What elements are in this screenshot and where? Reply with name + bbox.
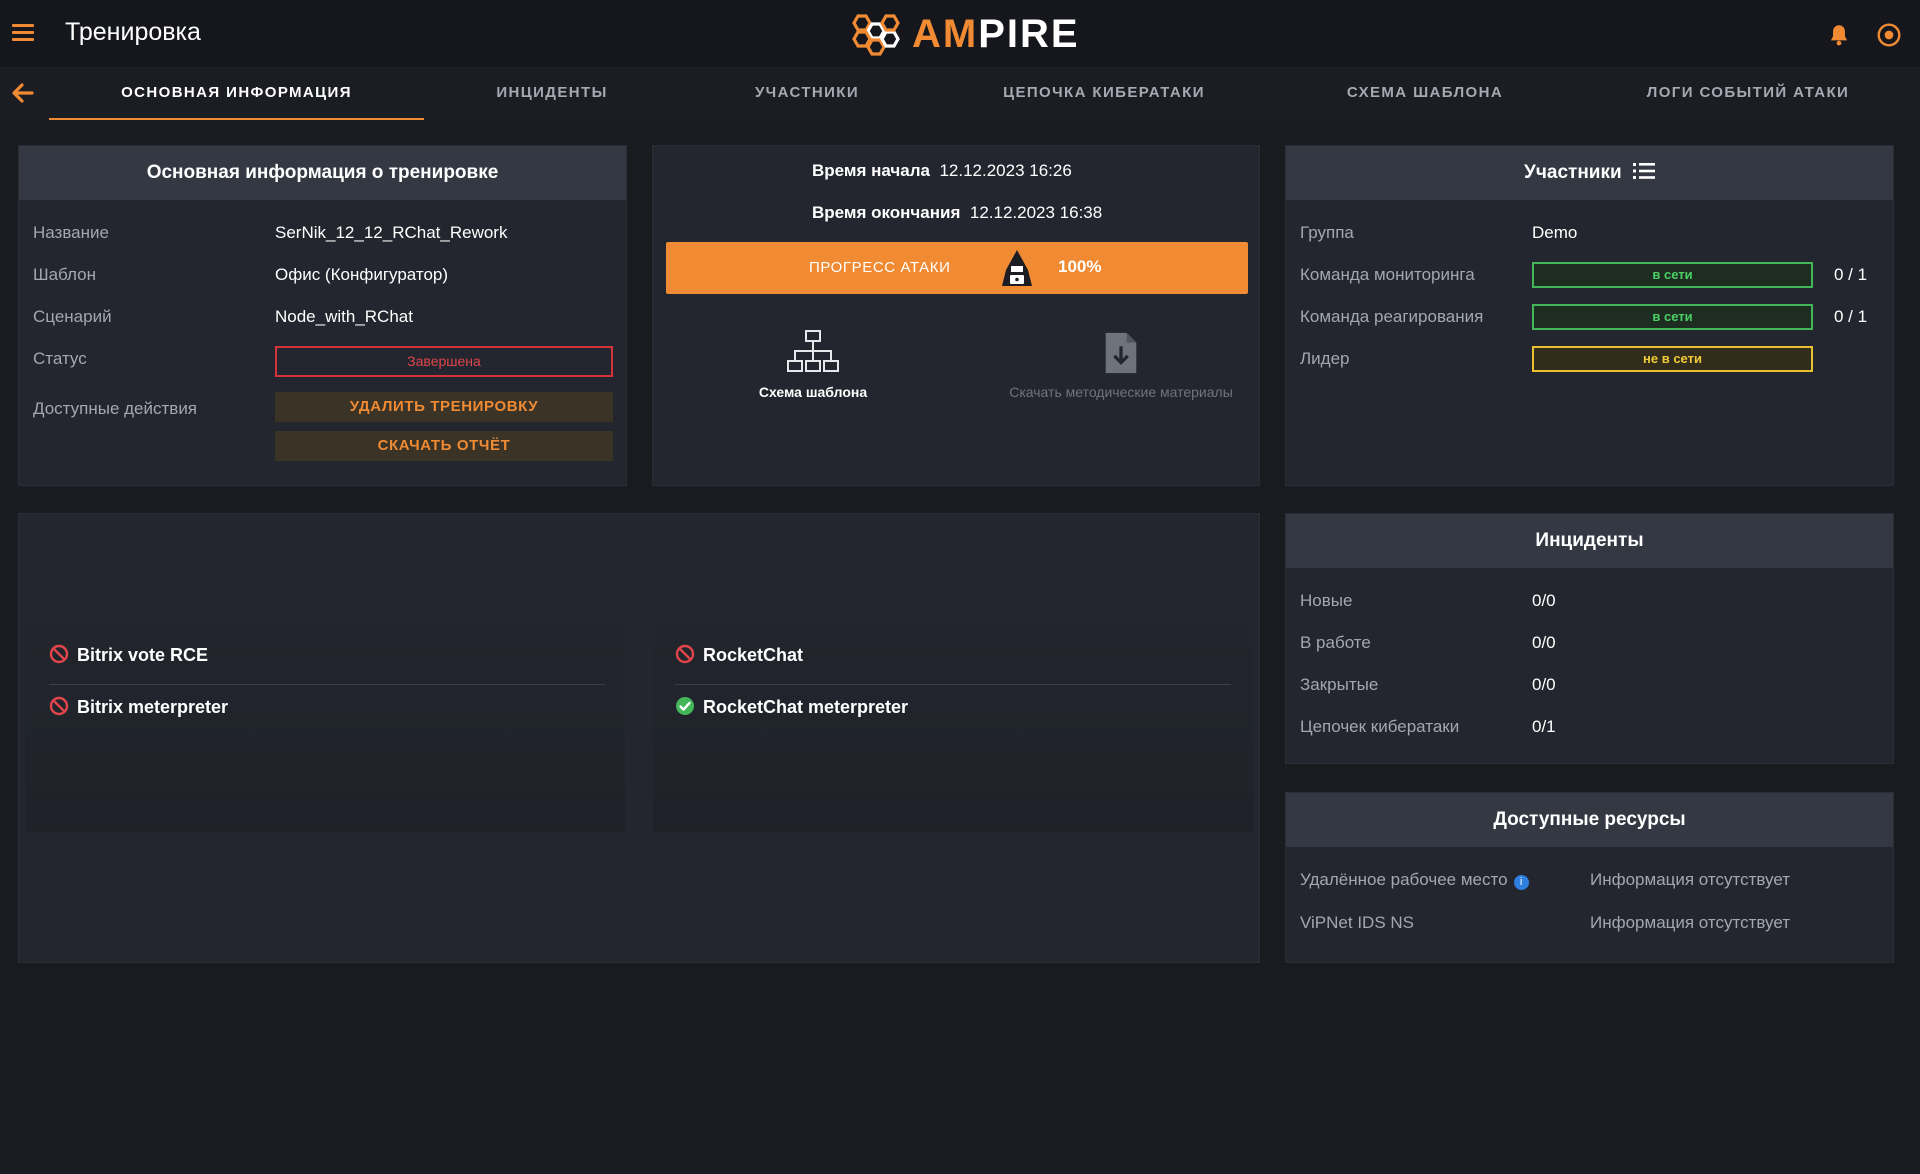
- attack-chain-column: Bitrix vote RCE Bitrix meterpreter: [25, 622, 625, 832]
- tab-main-info[interactable]: ОСНОВНАЯ ИНФОРМАЦИЯ: [49, 68, 424, 120]
- template-value: Офис (Конфигуратор): [275, 265, 449, 284]
- name-value: SerNik_12_12_RChat_Rework: [275, 223, 508, 242]
- monitoring-team-status: в сети: [1532, 262, 1813, 288]
- resources-panel: Доступные ресурсы Удалённое рабочее мест…: [1285, 792, 1894, 963]
- page-title: Тренировка: [65, 18, 201, 46]
- response-team-label: Команда реагирования: [1300, 307, 1484, 326]
- vipnet-ids-value: Информация отсутствует: [1590, 913, 1791, 932]
- tab-attack-chain[interactable]: ЦЕПОЧКА КИБЕРАТАКИ: [980, 68, 1228, 120]
- incidents-title: Инциденты: [1286, 514, 1893, 568]
- participants-panel: Участники Группа Demo Команда мониторинг…: [1285, 145, 1894, 486]
- incidents-panel: Инциденты Новые 0/0 В работе 0/0 Закрыты…: [1285, 513, 1894, 764]
- attack-chain-column: RocketChat RocketChat meterpreter: [653, 622, 1253, 832]
- template-scheme-caption: Схема шаблона: [758, 384, 868, 400]
- logo-text-am: AM: [912, 11, 979, 56]
- group-value: Demo: [1532, 223, 1578, 242]
- attack-step[interactable]: RocketChat meterpreter: [675, 696, 908, 718]
- attack-step-name: Bitrix vote RCE: [77, 645, 209, 665]
- main-info-panel: Основная информация о тренировке Названи…: [18, 145, 627, 486]
- blocked-icon: [49, 696, 69, 716]
- attack-chains-count-label: Цепочек кибератаки: [1300, 717, 1460, 736]
- logo-hexagons-icon: [852, 14, 900, 56]
- vipnet-ids-label: ViPNet IDS NS: [1300, 913, 1415, 932]
- participants-title: Участники: [1524, 162, 1622, 183]
- start-time-value: 12.12.2023 16:26: [939, 161, 1072, 180]
- scenario-label: Сценарий: [33, 307, 112, 326]
- info-icon[interactable]: i: [1513, 875, 1529, 890]
- status-label: Статус: [33, 349, 87, 368]
- attack-chain-panel: Bitrix vote RCE Bitrix meterpreter Rocke…: [18, 513, 1260, 963]
- end-time-value: 12.12.2023 16:38: [969, 203, 1103, 222]
- hacker-icon: [1002, 250, 1032, 286]
- scenario-value: Node_with_RChat: [275, 307, 413, 326]
- tab-incidents[interactable]: ИНЦИДЕНТЫ: [468, 68, 636, 120]
- delete-training-button[interactable]: УДАЛИТЬ ТРЕНИРОВКУ: [275, 392, 613, 422]
- monitoring-team-count: 0 / 1: [1834, 265, 1868, 284]
- attack-step-name: RocketChat meterpreter: [703, 697, 909, 717]
- incidents-new-label: Новые: [1300, 591, 1353, 610]
- response-team-status: в сети: [1532, 304, 1813, 330]
- incidents-in-progress-label: В работе: [1300, 633, 1371, 652]
- network-scheme-icon: [787, 330, 839, 372]
- attack-chains-count-value: 0/1: [1532, 717, 1556, 736]
- monitoring-team-label: Команда мониторинга: [1300, 265, 1475, 284]
- status-badge: Завершена: [275, 346, 613, 377]
- power-icon[interactable]: [1876, 22, 1902, 48]
- tab-template-scheme[interactable]: СХЕМА ШАБЛОНА: [1330, 68, 1520, 120]
- group-label: Группа: [1300, 223, 1354, 242]
- incidents-closed-label: Закрытые: [1300, 675, 1379, 694]
- download-report-button[interactable]: СКАЧАТЬ ОТЧЁТ: [275, 431, 613, 461]
- incidents-new-value: 0/0: [1532, 591, 1556, 610]
- tab-participants[interactable]: УЧАСТНИКИ: [724, 68, 890, 120]
- main-info-title: Основная информация о тренировке: [19, 146, 626, 200]
- start-time-label: Время начала: [812, 161, 930, 180]
- attack-step[interactable]: Bitrix meterpreter: [49, 696, 228, 718]
- response-team-count: 0 / 1: [1834, 307, 1868, 326]
- attack-step-name: RocketChat: [703, 645, 804, 665]
- template-label: Шаблон: [33, 265, 96, 284]
- divider: [675, 684, 1231, 685]
- attack-progress-label: ПРОГРЕСС АТАКИ: [809, 259, 951, 276]
- list-icon[interactable]: [1632, 162, 1655, 180]
- incidents-in-progress-value: 0/0: [1532, 633, 1556, 652]
- remote-workstation-label: Удалённое рабочее место i: [1300, 870, 1529, 890]
- attack-step[interactable]: Bitrix vote RCE: [49, 644, 208, 666]
- divider: [49, 684, 605, 685]
- tab-attack-event-logs[interactable]: ЛОГИ СОБЫТИЙ АТАКИ: [1630, 68, 1866, 120]
- menu-icon[interactable]: [12, 24, 34, 42]
- download-materials-tile[interactable]: Скачать методические материалы: [971, 331, 1271, 400]
- leader-status: не в сети: [1532, 346, 1813, 372]
- remote-workstation-value: Информация отсутствует: [1590, 870, 1791, 889]
- resources-title: Доступные ресурсы: [1286, 793, 1893, 847]
- incidents-closed-value: 0/0: [1532, 675, 1556, 694]
- app-logo: AMPIRE: [848, 10, 1080, 58]
- attack-progress-value: 100%: [1058, 257, 1102, 276]
- download-materials-caption: Скачать методические материалы: [1009, 384, 1233, 400]
- end-time-label: Время окончания: [812, 203, 961, 222]
- blocked-icon: [675, 644, 695, 664]
- logo-text-pire: PIRE: [978, 11, 1080, 56]
- file-download-icon: [1105, 332, 1137, 374]
- top-bar: Тренировка AMPIRE: [0, 0, 1920, 68]
- attack-step[interactable]: RocketChat: [675, 644, 803, 666]
- actions-label: Доступные действия: [33, 399, 198, 418]
- leader-label: Лидер: [1300, 349, 1350, 368]
- template-scheme-tile[interactable]: Схема шаблона: [743, 329, 883, 400]
- back-arrow-icon[interactable]: [10, 82, 34, 104]
- attack-progress-bar: ПРОГРЕСС АТАКИ 100%: [666, 242, 1248, 294]
- success-check-icon: [676, 697, 694, 715]
- name-label: Название: [33, 223, 109, 242]
- bell-icon[interactable]: [1826, 22, 1852, 48]
- participants-header: Участники: [1286, 146, 1893, 200]
- attack-step-name: Bitrix meterpreter: [77, 697, 229, 717]
- blocked-icon: [49, 644, 69, 664]
- tab-bar: ОСНОВНАЯ ИНФОРМАЦИЯ ИНЦИДЕНТЫ УЧАСТНИКИ …: [0, 68, 1920, 120]
- timing-panel: Время начала 12.12.2023 16:26 Время окон…: [652, 145, 1260, 486]
